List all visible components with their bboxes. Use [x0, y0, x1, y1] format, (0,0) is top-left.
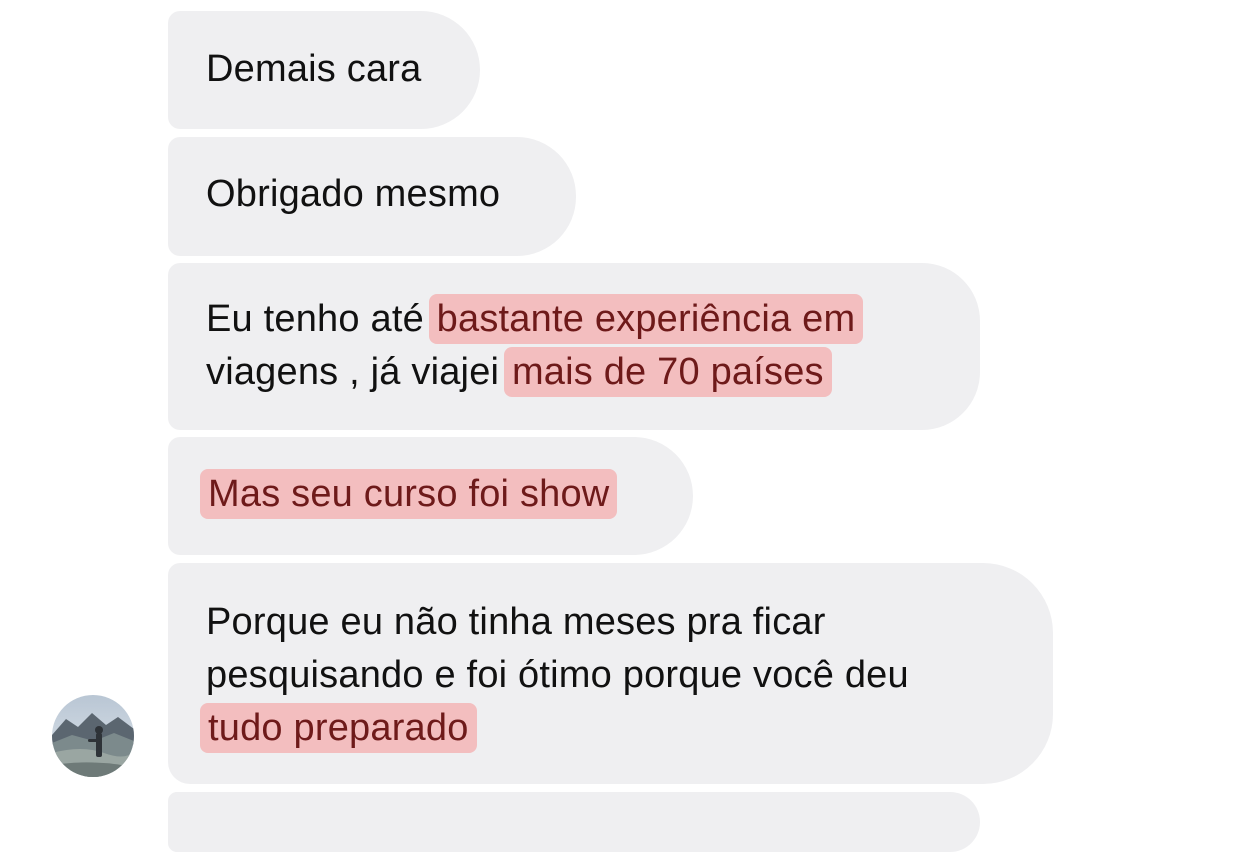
- message-bubble[interactable]: Eu tenho até bastante experiência em via…: [168, 263, 980, 430]
- highlighted-text: tudo preparado: [200, 703, 477, 753]
- contact-avatar[interactable]: [52, 695, 134, 777]
- message-text: viagens , já viajei: [206, 351, 510, 393]
- message-text: Eu tenho até: [206, 298, 435, 340]
- message-bubble[interactable]: Obrigado mesmo: [168, 137, 576, 256]
- message-bubble[interactable]: Porque eu não tinha meses pra ficar pesq…: [168, 563, 1053, 784]
- chat-thread: Demais cara Obrigado mesmo Eu tenho até …: [0, 0, 1242, 852]
- message-bubble[interactable]: Demais cara: [168, 11, 480, 129]
- message-text: Demais cara: [206, 48, 422, 90]
- message-bubble[interactable]: Mas seu curso foi show: [168, 437, 693, 555]
- highlighted-text: Mas seu curso foi show: [200, 469, 618, 519]
- message-text: Porque eu não tinha meses pra ficar: [206, 601, 826, 643]
- highlighted-text: bastante experiência em: [428, 294, 864, 344]
- message-text: Obrigado mesmo: [206, 173, 501, 215]
- highlighted-text: mais de 70 países: [503, 347, 832, 397]
- message-text: pesquisando e foi ótimo porque você deu: [206, 654, 909, 696]
- contact-avatar-landscape-photo-icon: [52, 695, 134, 777]
- message-bubble-partial[interactable]: [168, 792, 980, 852]
